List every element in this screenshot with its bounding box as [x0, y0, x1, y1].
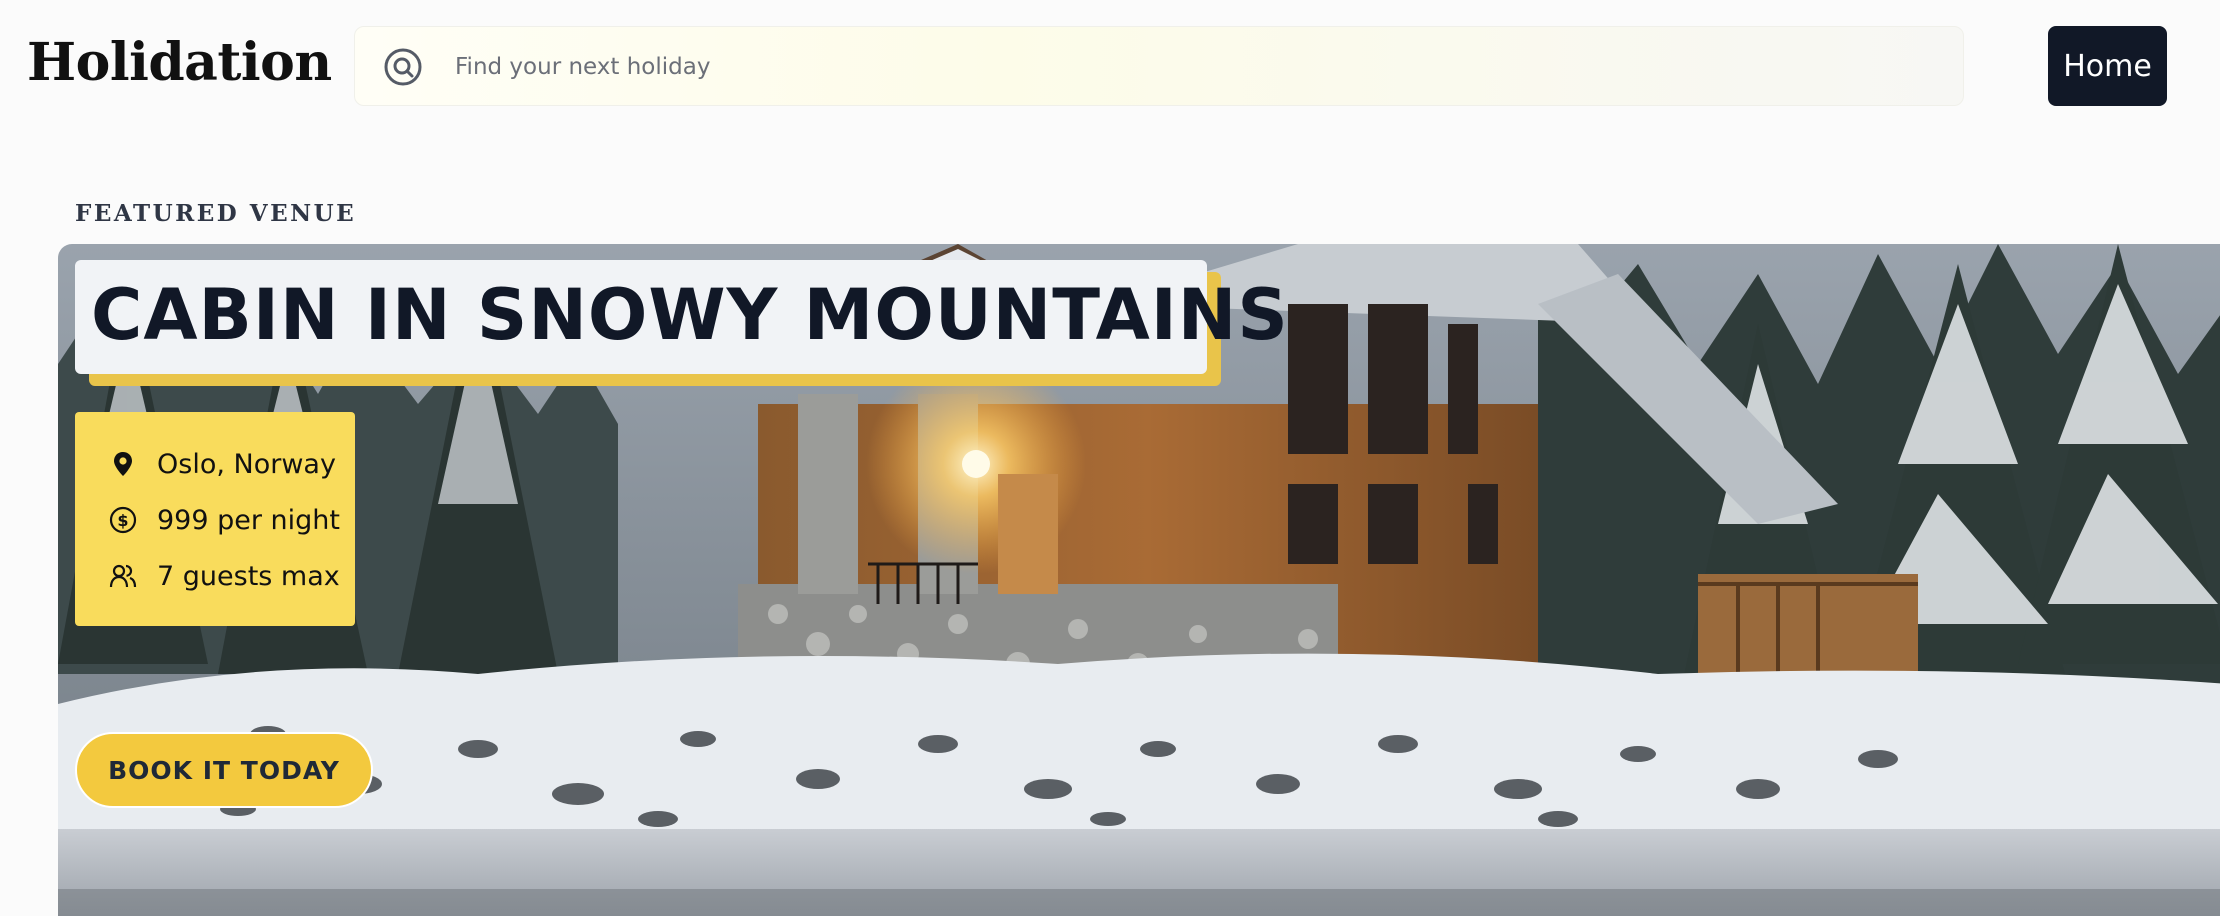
search-bar[interactable]: [354, 26, 1964, 107]
venue-info-card: Oslo, Norway $ 999 per night 7 guests ma…: [75, 412, 355, 626]
price-text: 999 per night: [157, 504, 341, 536]
map-pin-icon: [114, 452, 132, 476]
dollar-icon: $: [109, 506, 137, 534]
guests-row: 7 guests max: [109, 556, 340, 596]
venue-title: CABIN IN SNOWY MOUNTAINS: [91, 274, 1289, 356]
venue-title-card: CABIN IN SNOWY MOUNTAINS: [75, 260, 1288, 374]
page: Holidation Home FEATURED VENUE: [0, 0, 2220, 916]
site-logo[interactable]: Holidation: [27, 32, 332, 93]
users-icon: [109, 564, 137, 588]
search-input[interactable]: [453, 27, 1937, 107]
location-text: Oslo, Norway: [157, 448, 336, 480]
guests-text: 7 guests max: [157, 560, 340, 592]
location-row: Oslo, Norway: [109, 444, 336, 484]
svg-text:$: $: [117, 511, 128, 530]
home-button[interactable]: Home: [2048, 26, 2167, 106]
book-it-today-button[interactable]: BOOK IT TODAY: [75, 732, 373, 808]
price-row: $ 999 per night: [109, 500, 340, 540]
section-label: FEATURED VENUE: [75, 200, 357, 227]
search-icon: [384, 48, 422, 86]
